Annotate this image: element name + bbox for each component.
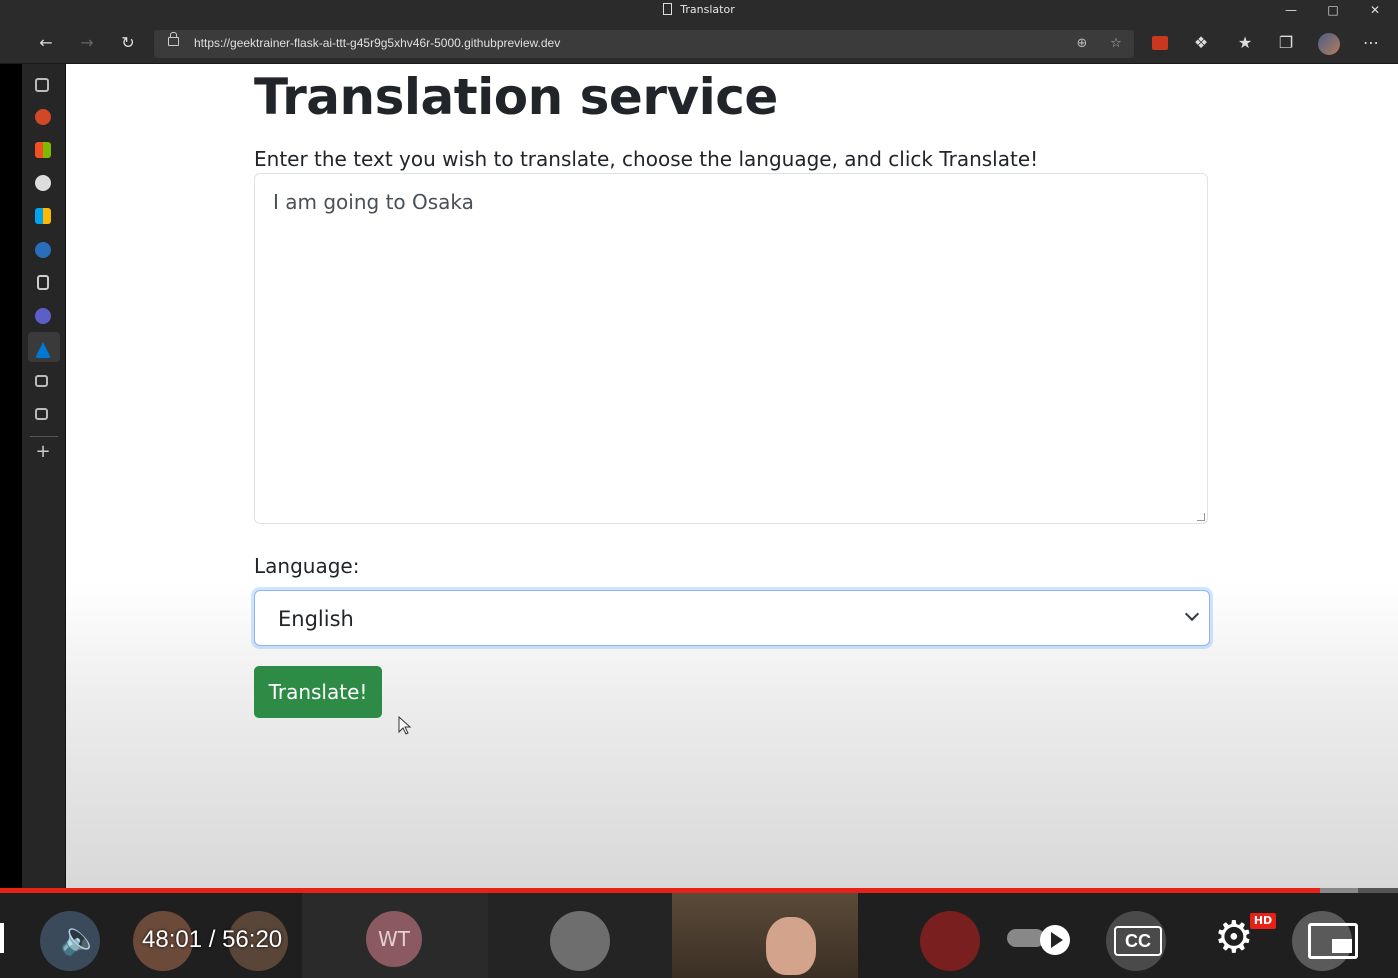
extensions-icon[interactable]: ❖ <box>1190 32 1212 54</box>
profile-avatar[interactable] <box>1318 33 1340 55</box>
back-icon[interactable]: ← <box>35 32 57 54</box>
presenter-face <box>766 917 816 975</box>
mouse-cursor-icon <box>398 716 412 735</box>
resize-handle[interactable] <box>1197 513 1205 521</box>
minimize-button[interactable]: — <box>1270 0 1312 22</box>
language-select[interactable]: English <box>254 590 1210 646</box>
play-icon[interactable] <box>1051 932 1063 948</box>
collections-icon[interactable]: ❐ <box>1275 32 1297 54</box>
refresh-icon[interactable]: ↻ <box>117 32 139 54</box>
office-icon[interactable] <box>35 142 51 158</box>
lock-icon <box>168 32 179 46</box>
sidebar-divider <box>30 436 58 437</box>
translate-text-input[interactable]: I am going to Osaka <box>254 173 1208 524</box>
presenter-video <box>672 893 858 978</box>
document-page-icon[interactable] <box>37 275 49 290</box>
page-content: Translation service Enter the text you w… <box>66 64 1398 888</box>
video-controls: 🔈 48:01 / 56:20 WT CC ⚙ HD <box>0 893 1398 978</box>
add-icon[interactable]: + <box>35 443 51 461</box>
powerpoint-icon[interactable] <box>35 109 51 125</box>
outlook-icon[interactable] <box>35 242 51 258</box>
browser-toolbar: ← → ↻ https://geektrainer-flask-ai-ttt-g… <box>0 22 1398 64</box>
github-icon[interactable] <box>35 175 51 191</box>
left-edge-marker <box>0 923 4 953</box>
microsoft-icon[interactable] <box>35 208 51 224</box>
language-label: Language: <box>254 554 360 578</box>
left-margin <box>0 64 22 888</box>
settings-gear-icon[interactable]: ⚙ <box>1214 913 1253 963</box>
document-icon <box>663 3 673 15</box>
tasks-icon[interactable] <box>35 408 48 420</box>
favorites-icon[interactable]: ★ <box>1234 32 1256 54</box>
maximize-button[interactable]: □ <box>1312 0 1354 22</box>
extension-red-icon[interactable] <box>1152 36 1168 50</box>
add-favorite-icon[interactable]: ☆ <box>1106 34 1126 54</box>
teams-icon[interactable] <box>35 308 51 324</box>
tab-actions-icon[interactable] <box>35 78 49 92</box>
zoom-icon[interactable]: ⊕ <box>1072 34 1092 54</box>
calendar-icon[interactable] <box>35 375 48 387</box>
participant-avatar <box>920 911 980 971</box>
window-title: Translator <box>680 3 735 16</box>
hd-badge: HD <box>1250 913 1276 929</box>
language-selected-value[interactable]: English <box>278 607 354 631</box>
window-title-area: Translator <box>0 3 1398 16</box>
chevron-down-icon <box>1184 606 1200 622</box>
page-title: Translation service <box>254 68 778 126</box>
miniplayer-icon[interactable] <box>1308 923 1358 959</box>
translate-text-value[interactable]: I am going to Osaka <box>273 190 474 214</box>
time-display: 48:01 / 56:20 <box>142 926 282 954</box>
time-current: 48:01 <box>142 926 203 953</box>
address-url[interactable]: https://geektrainer-flask-ai-ttt-g45r9g5… <box>194 36 560 50</box>
address-bar[interactable]: https://geektrainer-flask-ai-ttt-g45r9g5… <box>154 30 1134 58</box>
translate-button[interactable]: Translate! <box>254 666 382 718</box>
window-titlebar: Translator — □ ✕ <box>0 0 1398 22</box>
time-separator: / <box>208 926 216 953</box>
participant-avatar <box>550 911 610 971</box>
volume-icon[interactable]: 🔈 <box>60 919 100 957</box>
more-menu-icon[interactable]: ⋯ <box>1360 32 1382 54</box>
close-window-button[interactable]: ✕ <box>1354 0 1396 22</box>
time-total: 56:20 <box>222 926 283 953</box>
participant-initials-avatar: WT <box>366 911 422 967</box>
forward-icon[interactable]: → <box>76 32 98 54</box>
edge-sidebar: + <box>22 64 66 888</box>
instructions-text: Enter the text you wish to translate, ch… <box>254 147 1039 171</box>
captions-button[interactable]: CC <box>1114 926 1162 956</box>
